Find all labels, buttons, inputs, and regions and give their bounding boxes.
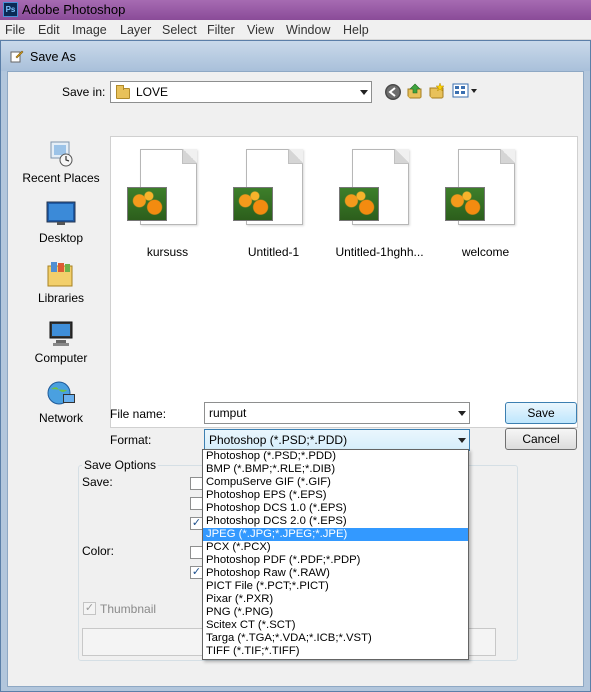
format-option[interactable]: Scitex CT (*.SCT) [203, 619, 468, 632]
app-title: Adobe Photoshop [22, 2, 126, 17]
dialog-title: Save As [30, 50, 76, 64]
place-label: Network [38, 411, 83, 425]
thumbnail-label: Thumbnail [100, 602, 157, 616]
format-option[interactable]: Photoshop EPS (*.EPS) [203, 489, 468, 502]
format-select[interactable]: Photoshop (*.PSD;*.PDD) [204, 429, 470, 451]
format-option[interactable]: CompuServe GIF (*.GIF) [203, 476, 468, 489]
menu-file[interactable]: File [5, 23, 25, 37]
recent-places-icon [50, 141, 73, 167]
format-option[interactable]: Photoshop Raw (*.RAW) [203, 567, 468, 580]
format-option[interactable]: PICT File (*.PCT;*.PICT) [203, 580, 468, 593]
menu-filter[interactable]: Filter [207, 23, 235, 37]
file-list[interactable]: kursuss Untitled-1 Untitled-1hghh... wel… [110, 136, 578, 428]
format-value: Photoshop (*.PSD;*.PDD) [209, 433, 348, 447]
format-option[interactable]: PNG (*.PNG) [203, 606, 468, 619]
save-in-label: Save in: [62, 85, 106, 99]
thumbnail [445, 187, 485, 221]
network-icon [47, 381, 75, 405]
save-in-combo[interactable]: LOVE [110, 81, 372, 103]
thumbnail [127, 187, 167, 221]
file-name-label: File name: [110, 407, 167, 421]
desktop-icon [46, 201, 76, 225]
menu-help[interactable]: Help [343, 23, 369, 37]
file-item[interactable]: Untitled-1hghh... [327, 147, 432, 267]
libraries-icon [47, 262, 73, 287]
file-item[interactable]: Untitled-1 [221, 147, 326, 267]
save-button[interactable]: Save [505, 402, 577, 424]
place-desktop[interactable]: Desktop [15, 198, 107, 256]
back-icon[interactable] [384, 83, 402, 101]
format-option[interactable]: Photoshop (*.PSD;*.PDD) [203, 450, 468, 463]
menu-select[interactable]: Select [162, 23, 197, 37]
place-label: Recent Places [22, 171, 100, 185]
app-titlebar: Ps Adobe Photoshop [0, 0, 591, 20]
menu-image[interactable]: Image [72, 23, 107, 37]
thumbnail [339, 187, 379, 221]
place-recent-places[interactable]: Recent Places [15, 138, 107, 196]
chevron-down-icon [458, 438, 466, 443]
file-item[interactable]: welcome [433, 147, 538, 267]
format-option[interactable]: Pixar (*.PXR) [203, 593, 468, 606]
thumbnail-checkbox[interactable]: ✓ [83, 602, 96, 615]
format-option[interactable]: Targa (*.TGA;*.VDA;*.ICB;*.VST) [203, 632, 468, 645]
menu-view[interactable]: View [247, 23, 274, 37]
file-name: kursuss [146, 245, 189, 259]
dialog-titlebar[interactable]: Save As [1, 41, 590, 71]
place-network[interactable]: Network [15, 378, 107, 436]
save-as-icon [10, 50, 24, 63]
file-item[interactable]: kursuss [115, 147, 220, 267]
photoshop-icon: Ps [3, 2, 18, 17]
format-option[interactable]: Photoshop PDF (*.PDF;*.PDP) [203, 554, 468, 567]
chevron-down-icon[interactable] [458, 411, 466, 416]
place-libraries[interactable]: Libraries [15, 258, 107, 316]
file-name: Untitled-1hghh... [335, 245, 424, 259]
format-option[interactable]: TIFF (*.TIF;*.TIFF) [203, 645, 468, 658]
view-menu-icon[interactable] [452, 83, 478, 100]
format-option[interactable]: JPEG (*.JPG;*.JPEG;*.JPE) [203, 528, 468, 541]
format-option[interactable]: BMP (*.BMP;*.RLE;*.DIB) [203, 463, 468, 476]
places-bar: Recent Places Desktop Libraries Computer… [15, 138, 107, 428]
color-label: Color: [82, 544, 115, 558]
format-dropdown-list[interactable]: Photoshop (*.PSD;*.PDD) BMP (*.BMP;*.RLE;… [202, 449, 469, 660]
place-label: Libraries [37, 291, 85, 305]
format-label: Format: [110, 433, 152, 447]
folder-icon [116, 85, 130, 99]
menu-window[interactable]: Window [286, 23, 330, 37]
up-folder-icon[interactable] [406, 82, 424, 100]
place-label: Desktop [38, 231, 84, 245]
format-option[interactable]: Photoshop DCS 1.0 (*.EPS) [203, 502, 468, 515]
cancel-button[interactable]: Cancel [505, 428, 577, 450]
save-label: Save: [82, 475, 113, 489]
new-folder-icon[interactable] [428, 82, 446, 100]
format-option[interactable]: Photoshop DCS 2.0 (*.EPS) [203, 515, 468, 528]
chevron-down-icon [360, 90, 368, 95]
menu-edit[interactable]: Edit [38, 23, 60, 37]
menu-layer[interactable]: Layer [120, 23, 151, 37]
menubar: File Edit Image Layer Select Filter View… [0, 20, 591, 40]
file-name-value: rumput [209, 406, 247, 420]
file-name-input[interactable]: rumput [204, 402, 470, 424]
thumbnail [233, 187, 273, 221]
place-label: Computer [34, 351, 88, 365]
format-option[interactable]: PCX (*.PCX) [203, 541, 468, 554]
save-in-value: LOVE [136, 85, 169, 99]
file-name: Untitled-1 [247, 245, 300, 259]
place-computer[interactable]: Computer [15, 318, 107, 376]
file-name: welcome [461, 245, 510, 259]
save-options-title: Save Options [82, 458, 159, 472]
computer-icon [49, 321, 73, 346]
